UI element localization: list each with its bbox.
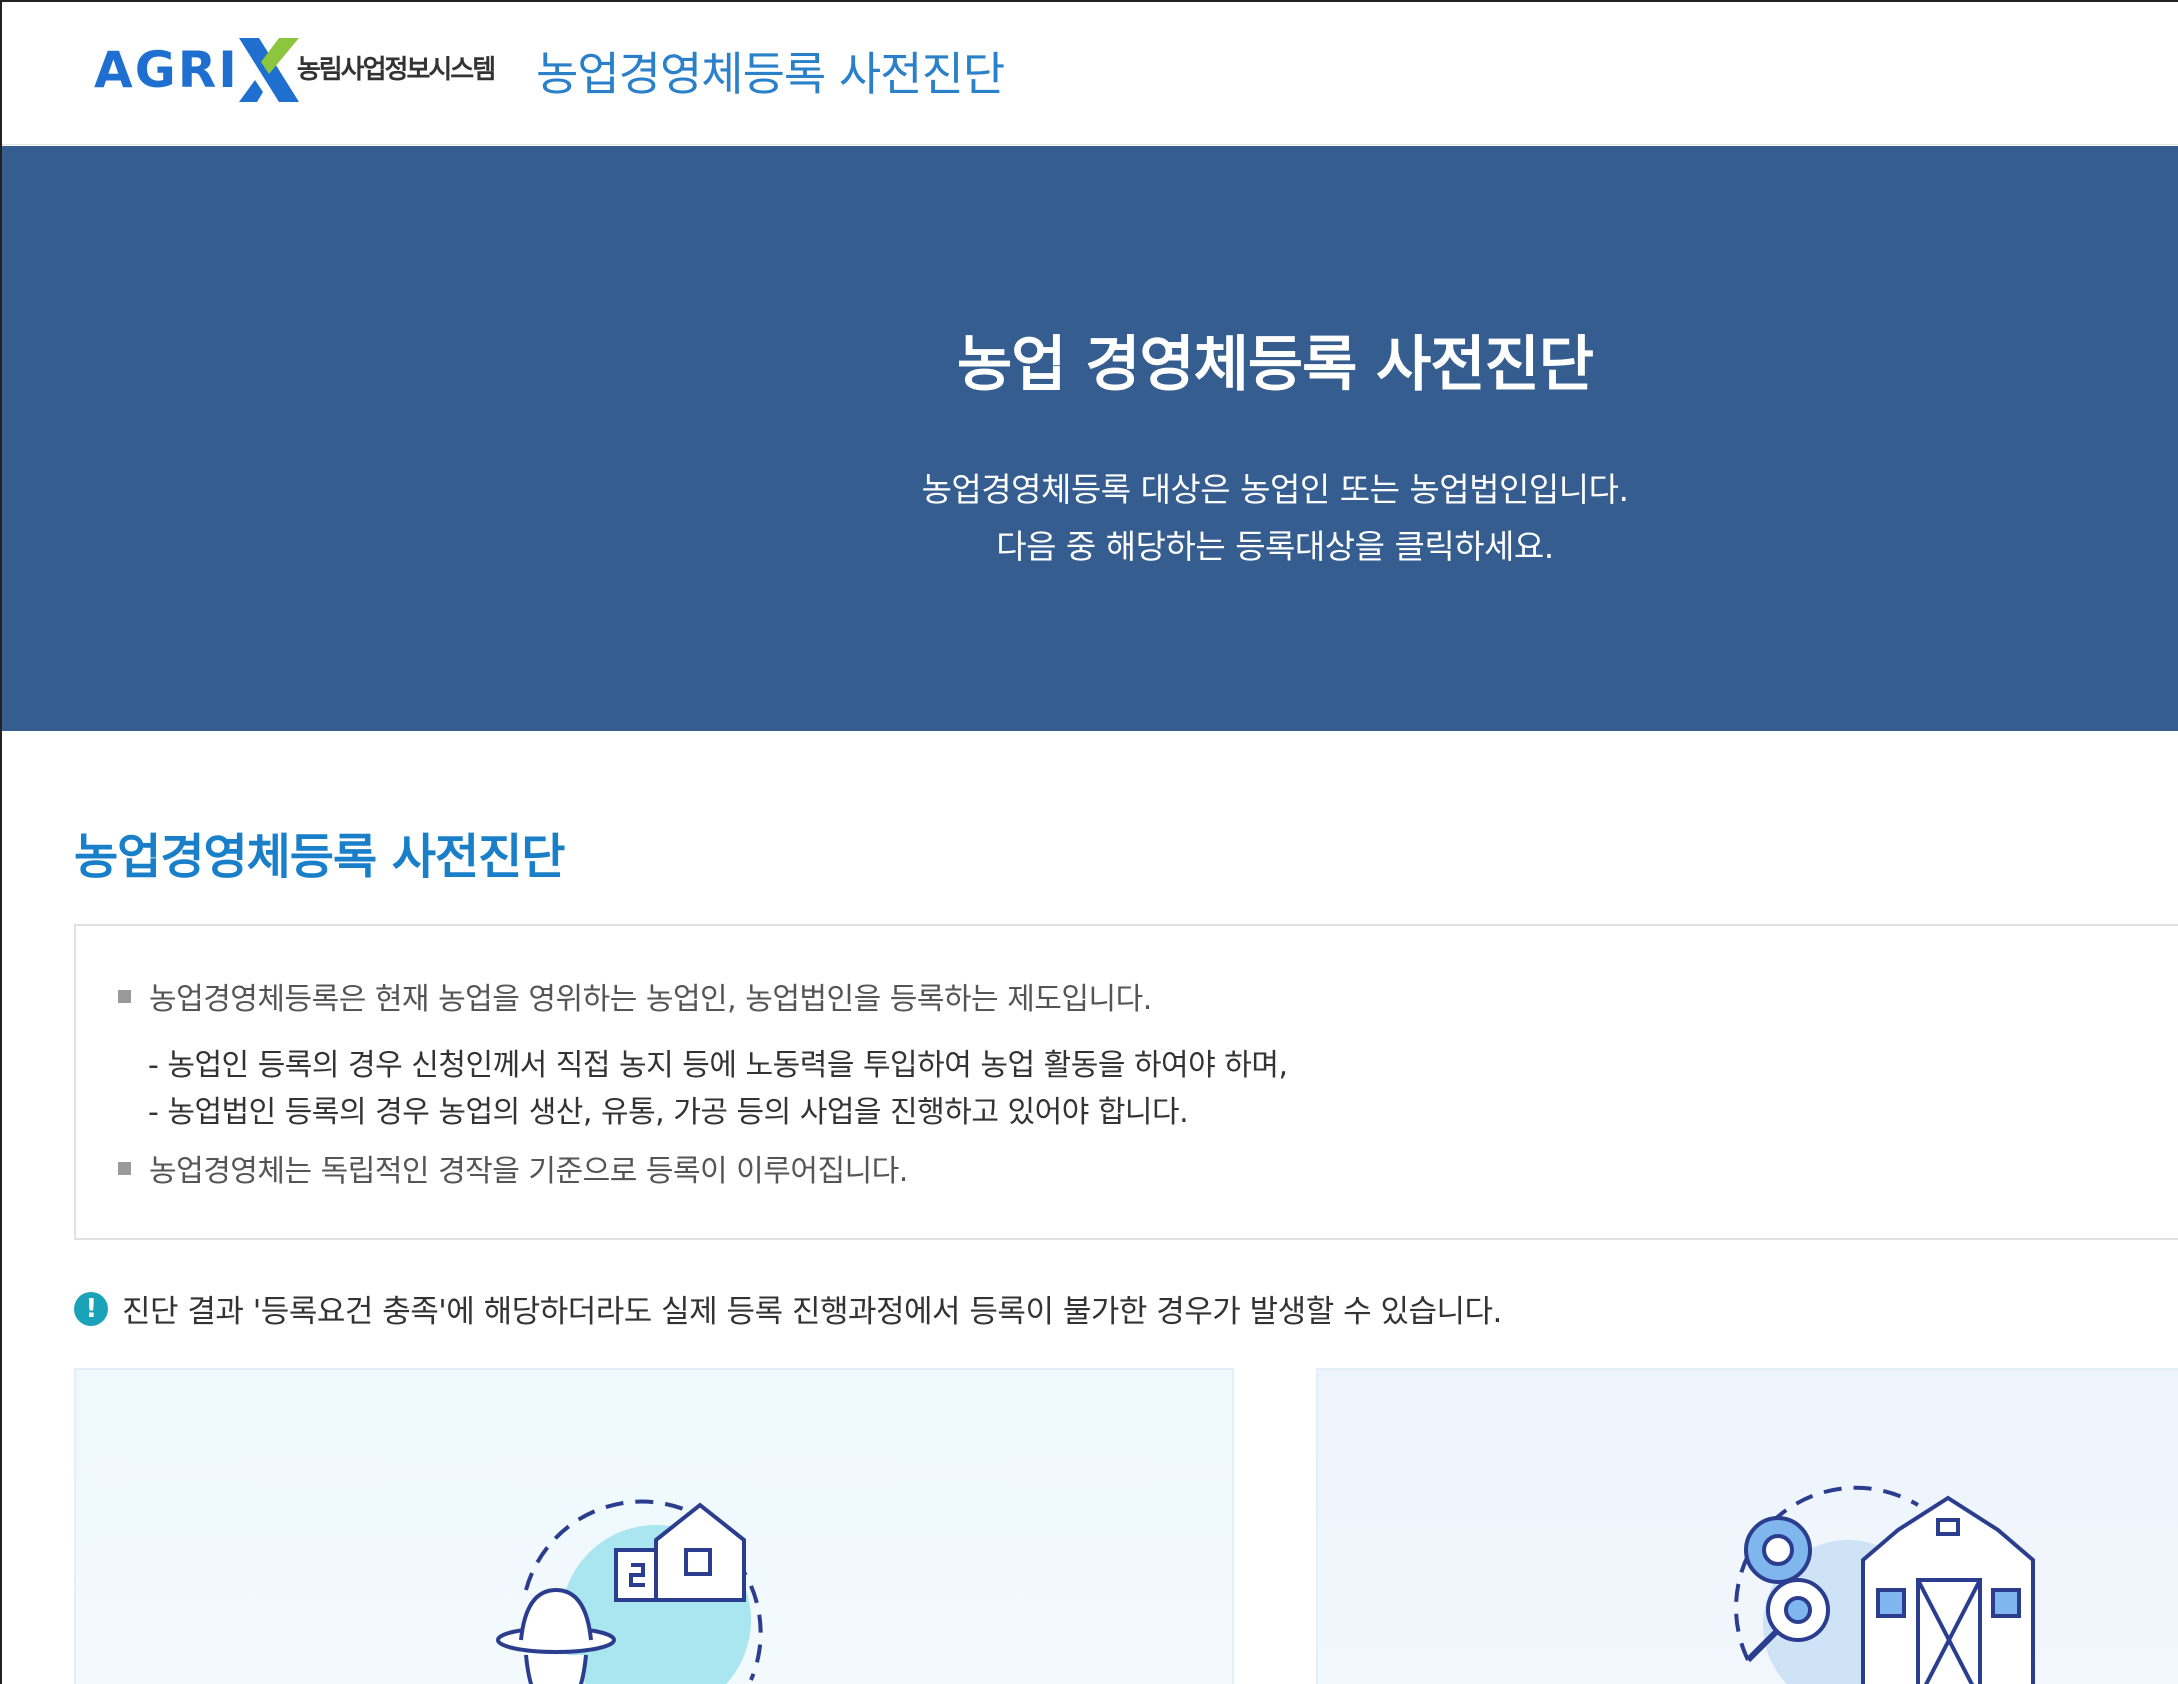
square-bullet-icon [118, 989, 131, 1003]
page-frame: AGRI 농림사업정보시스템 농업경영체등록 사전진단 농업 경영체등록 사전진… [0, 0, 2178, 1684]
agrix-logo[interactable]: AGRI 농림사업정보시스템 [94, 34, 496, 106]
exclamation-icon: ! [74, 1291, 108, 1326]
section-title: 농업경영체등록 사전진단 [74, 829, 565, 885]
farmer-registration-card[interactable] [74, 1368, 1234, 1684]
header-title[interactable]: 농업경영체등록 사전진단 [536, 38, 1005, 104]
info-box: 농업경영체등록은 현재 농업을 영위하는 농업인, 농업법인을 등록하는 제도입… [74, 924, 2178, 1240]
farmer-house-icon [496, 1499, 763, 1684]
notice-text: 진단 결과 '등록요건 충족'에 해당하더라도 실제 등록 진행과정에서 등록이… [122, 1294, 1502, 1330]
corporation-registration-card[interactable] [1316, 1368, 2178, 1684]
square-bullet-icon [118, 1161, 131, 1175]
logo-x-mark-icon [238, 38, 299, 102]
hero-subtitle-line1: 농업경영체등록 대상은 농업인 또는 농업법인입니다. [921, 470, 1629, 509]
site-header: AGRI 농림사업정보시스템 농업경영체등록 사전진단 [2, 2, 2178, 145]
info-bullet-2: 농업경영체는 독립적인 경작을 기준으로 등록이 이루어집니다. [118, 1146, 908, 1190]
notice-line: ! 진단 결과 '등록요건 충족'에 해당하더라도 실제 등록 진행과정에서 등… [74, 1286, 1502, 1331]
barn-gear-icon [1734, 1485, 2035, 1684]
info-sub-1: - 농업인 등록의 경우 신청인께서 직접 농지 등에 노동력을 투입하여 농업… [148, 1048, 1288, 1083]
hero-subtitle: 농업경영체등록 대상은 농업인 또는 농업법인입니다. 다음 중 해당하는 등록… [2, 461, 2178, 575]
hero-banner: 농업 경영체등록 사전진단 농업경영체등록 대상은 농업인 또는 농업법인입니다… [2, 146, 2178, 731]
hero-title: 농업 경영체등록 사전진단 [957, 330, 1594, 400]
info-sub-2: - 농업법인 등록의 경우 농업의 생산, 유통, 가공 등의 사업을 진행하고… [148, 1095, 1189, 1130]
info-bullet-1-text: 농업경영체등록은 현재 농업을 영위하는 농업인, 농업법인을 등록하는 제도입… [149, 982, 1152, 1017]
info-bullet-1: 농업경영체등록은 현재 농업을 영위하는 농업인, 농업법인을 등록하는 제도입… [118, 974, 1152, 1018]
info-bullet-2-text: 농업경영체는 독립적인 경작을 기준으로 등록이 이루어집니다. [149, 1154, 908, 1189]
hero-subtitle-line2: 다음 중 해당하는 등록대상을 클릭하세요. [996, 527, 1554, 566]
logo-text: AGRI [94, 41, 239, 99]
logo-subtext: 농림사업정보시스템 [296, 54, 496, 85]
